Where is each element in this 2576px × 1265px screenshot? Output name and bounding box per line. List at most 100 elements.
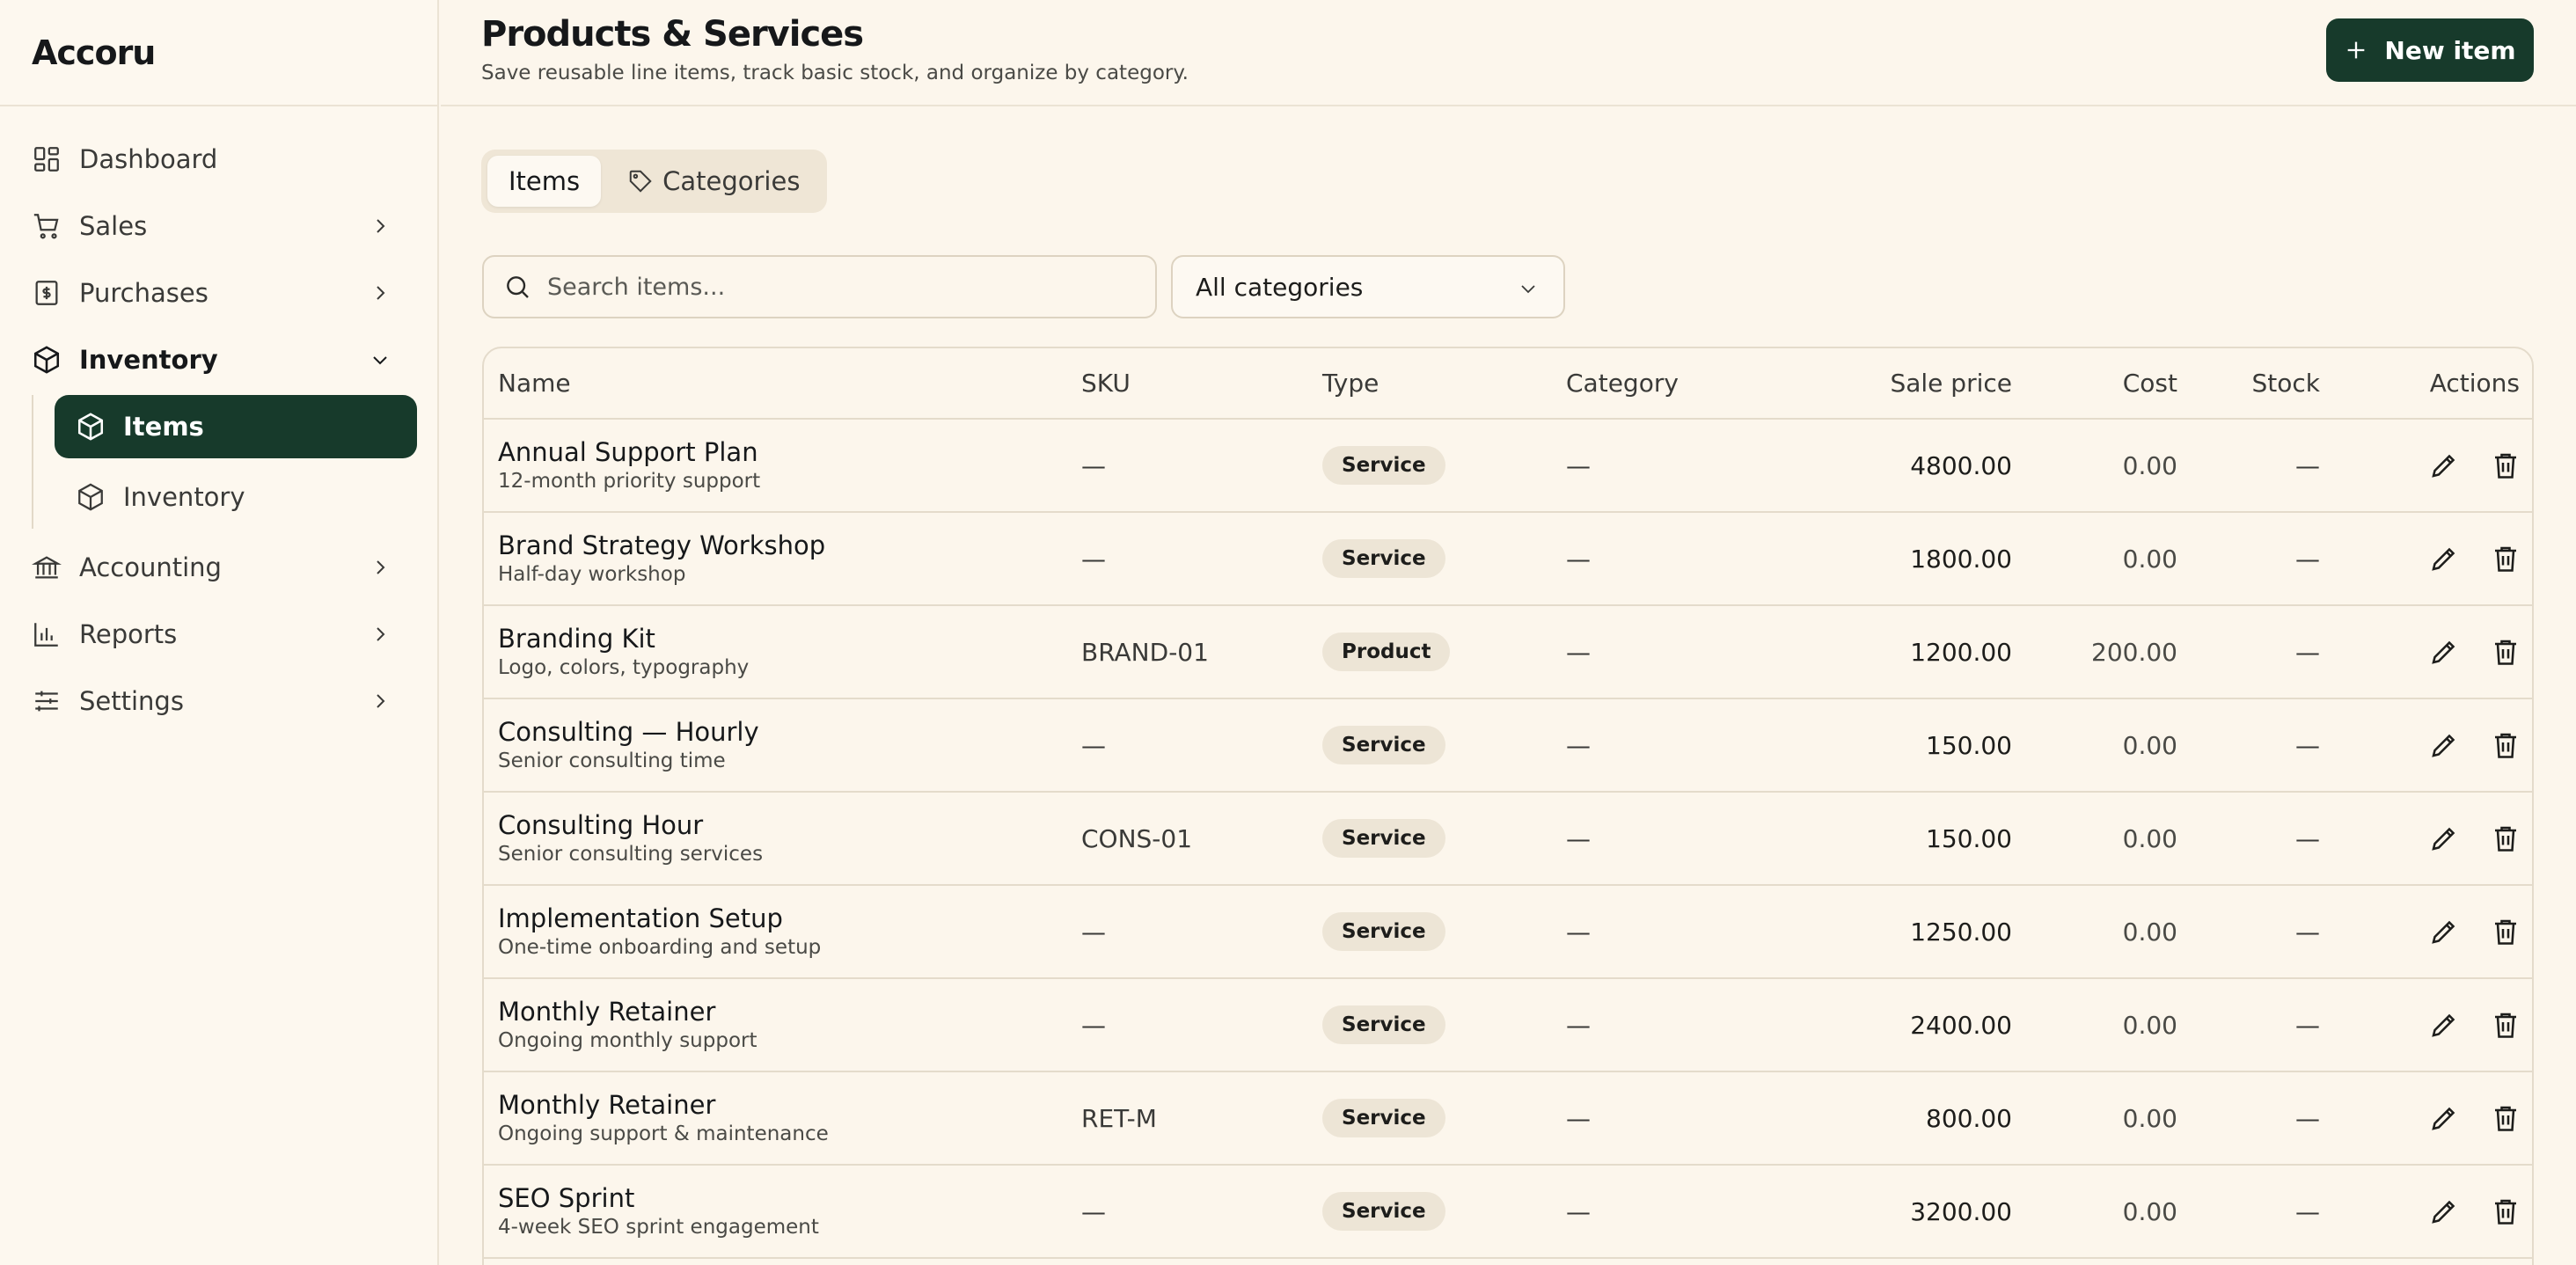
trash-icon[interactable] [2490, 1009, 2521, 1041]
cell-cost: 0.00 [2012, 1071, 2177, 1166]
edit-icon[interactable] [2428, 1102, 2460, 1134]
table-row[interactable]: Monthly Retainer Ongoing support & maint… [484, 1071, 2532, 1166]
table-row[interactable]: Implementation Setup One-time onboarding… [484, 885, 2532, 979]
sidebar-item-accounting[interactable]: Accounting [0, 536, 437, 599]
item-description: Half-day workshop [498, 563, 686, 586]
sidebar-item-inventory[interactable]: Inventory [0, 328, 437, 391]
item-description: 12-month priority support [498, 470, 761, 493]
cell-category: — [1566, 698, 1780, 793]
bar-chart-icon [34, 623, 58, 647]
column-header-stock[interactable]: Stock [2177, 348, 2320, 420]
item-description: 4-week SEO sprint engagement [498, 1216, 819, 1239]
sidebar-subitem-items[interactable]: Items [55, 395, 417, 458]
edit-icon[interactable] [2428, 450, 2460, 481]
cell-cost: 0.00 [2012, 885, 2177, 979]
edit-icon[interactable] [2428, 823, 2460, 854]
cell-actions [2320, 698, 2532, 793]
cell-sale-price: 2400.00 [1780, 978, 2012, 1072]
sidebar-item-label: Inventory [79, 345, 218, 375]
item-name: Consulting — Hourly [498, 717, 759, 747]
table-row[interactable]: Monthly Retainer Ongoing monthly support… [484, 978, 2532, 1072]
page-subtitle: Save reusable line items, track basic st… [481, 62, 1189, 84]
sidebar-item-label: Purchases [79, 278, 209, 308]
column-header-sku[interactable]: SKU [1081, 348, 1322, 420]
edit-icon[interactable] [2428, 1009, 2460, 1041]
column-header-category[interactable]: Category [1566, 348, 1780, 420]
trash-icon[interactable] [2490, 916, 2521, 947]
table-row[interactable]: SEO Sprint 4-week SEO sprint engagement … [484, 1165, 2532, 1259]
cell-actions [2320, 419, 2532, 513]
tag-icon [629, 170, 652, 193]
table-row[interactable]: Branding Kit Logo, colors, typography BR… [484, 605, 2532, 699]
table-row[interactable]: Consulting Hour Senior consulting servic… [484, 792, 2532, 886]
sidebar-item-reports[interactable]: Reports [0, 603, 437, 666]
trash-icon[interactable] [2490, 823, 2521, 854]
trash-icon[interactable] [2490, 1102, 2521, 1134]
cell-name: Branding Kit Logo, colors, typography [484, 605, 1081, 699]
cell-sale-price: 1200.00 [1780, 605, 2012, 699]
trash-icon[interactable] [2490, 729, 2521, 761]
cell-sale-price: 3200.00 [1780, 1165, 2012, 1259]
tab-categories[interactable]: Categories [606, 156, 821, 207]
cell-actions [2320, 978, 2532, 1072]
trash-icon[interactable] [2490, 543, 2521, 574]
search-box[interactable] [482, 255, 1157, 318]
sidebar-item-dashboard[interactable]: Dashboard [0, 128, 437, 191]
cell-category: — [1566, 512, 1780, 606]
cell-name: Annual Support Plan 12-month priority su… [484, 419, 1081, 513]
chevron-right-icon [377, 627, 385, 641]
cell-cost: 0.00 [2012, 698, 2177, 793]
trash-icon[interactable] [2490, 636, 2521, 668]
item-description: Senior consulting services [498, 843, 764, 866]
chevron-right-icon [377, 560, 385, 574]
cell-type: Service [1322, 978, 1566, 1072]
cell-sale-price: 1250.00 [1780, 885, 2012, 979]
cell-type: Service [1322, 1071, 1566, 1166]
cell-sku: — [1081, 885, 1322, 979]
edit-icon[interactable] [2428, 729, 2460, 761]
column-header-type[interactable]: Type [1322, 348, 1566, 420]
category-select[interactable]: All categories [1171, 255, 1565, 318]
column-header-sale-price[interactable]: Sale price [1780, 348, 2012, 420]
edit-icon[interactable] [2428, 1196, 2460, 1227]
trash-icon[interactable] [2490, 450, 2521, 481]
table-row[interactable]: Consulting — Hourly Senior consulting ti… [484, 698, 2532, 793]
table-row[interactable]: Brand Strategy Workshop Half-day worksho… [484, 512, 2532, 606]
cell-sale-price: 1800.00 [1780, 512, 2012, 606]
cell-cost: 0.00 [2012, 978, 2177, 1072]
tab-bar: Items Categories [481, 150, 828, 213]
tab-label: Items [509, 166, 581, 196]
sliders-icon [35, 691, 58, 712]
trash-icon[interactable] [2490, 1196, 2521, 1227]
sidebar-item-settings[interactable]: Settings [0, 669, 437, 733]
category-select-value: All categories [1196, 272, 1364, 302]
table-row[interactable]: Annual Support Plan 12-month priority su… [484, 419, 2532, 513]
cell-sale-price: 150.00 [1780, 792, 2012, 886]
edit-icon[interactable] [2428, 543, 2460, 574]
cell-type: Service [1322, 792, 1566, 886]
cell-type: Service [1322, 512, 1566, 606]
app-logo[interactable]: Accoru [32, 33, 156, 72]
search-input[interactable] [547, 273, 1128, 301]
sidebar-item-purchases[interactable]: Purchases [0, 261, 437, 325]
sidebar-subitem-inventory[interactable]: Inventory [55, 465, 417, 529]
table-header-row: Name SKU Type Category Sale price Cost S… [484, 348, 2532, 420]
item-description: Ongoing support & maintenance [498, 1122, 829, 1145]
tab-items[interactable]: Items [487, 156, 602, 207]
new-item-button[interactable]: New item [2326, 18, 2534, 82]
sidebar-item-label: Sales [79, 211, 148, 241]
column-header-name[interactable]: Name [484, 348, 1081, 420]
column-header-cost[interactable]: Cost [2012, 348, 2177, 420]
dashboard-icon [34, 147, 59, 172]
cell-stock: — [2177, 1165, 2320, 1259]
edit-icon[interactable] [2428, 636, 2460, 668]
edit-icon[interactable] [2428, 916, 2460, 947]
cell-sale-price: 150.00 [1780, 698, 2012, 793]
cell-type: Service [1322, 419, 1566, 513]
sidebar-subitem-label: Items [123, 412, 204, 442]
brand: Accoru [0, 0, 437, 106]
sidebar-item-sales[interactable]: Sales [0, 194, 437, 258]
cell-actions [2320, 1071, 2532, 1166]
cell-cost: 0.00 [2012, 512, 2177, 606]
type-badge: Service [1322, 539, 1445, 578]
